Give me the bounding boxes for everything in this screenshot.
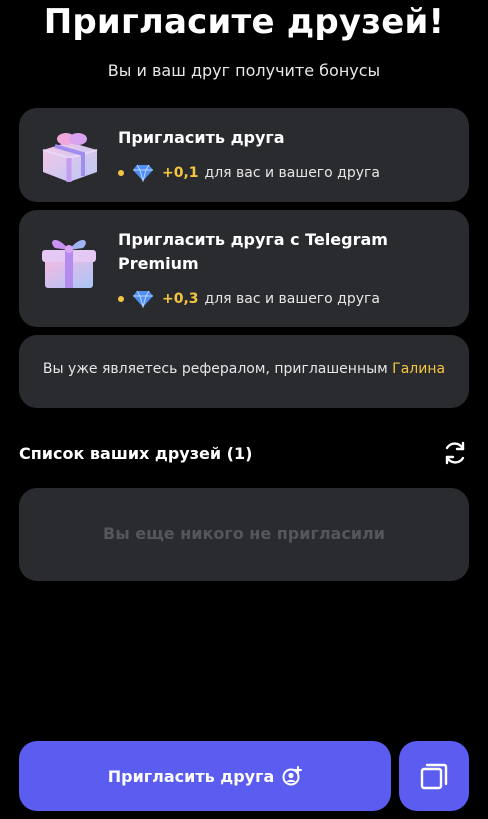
bonus-text: для вас и вашего друга (204, 165, 380, 181)
copy-icon (420, 763, 448, 790)
bonus-value: +0,3 (162, 291, 199, 307)
bonus-value: +0,1 (162, 165, 199, 181)
diamond-icon (133, 164, 153, 182)
page-title: Пригласите друзей! (43, 2, 445, 42)
invite-option-title: Пригласить друга (118, 128, 285, 147)
inviter-name: Галина (392, 361, 446, 377)
diamond-icon (133, 290, 153, 308)
copy-link-button[interactable] (399, 741, 469, 811)
gift-icon (42, 239, 96, 288)
invite-friend-button[interactable]: Пригласить друга (19, 741, 391, 811)
invite-friend-card[interactable]: Пригласить друга +0,1 для вас и вашего д… (19, 108, 469, 202)
invite-premium-friend-card[interactable]: Пригласить друга с Telegram Premium +0,3… (19, 210, 469, 327)
gift-icon (42, 133, 98, 182)
bonus-row: +0,1 для вас и вашего друга (118, 164, 380, 182)
referral-text: Вы уже являетесь рефералом, приглашенным (42, 361, 388, 377)
bullet-dot (118, 296, 124, 302)
friends-list-empty: Вы еще никого не пригласили (19, 488, 469, 581)
referral-text-line: Вы уже являетесь рефералом, приглашенным… (19, 361, 469, 377)
invite-button-label: Пригласить друга (107, 766, 275, 786)
bullet-dot (118, 170, 124, 176)
friends-list-title: Список ваших друзей (1) (19, 444, 253, 463)
page-subtitle: Вы и ваш друг получите бонусы (107, 61, 381, 80)
add-user-icon (282, 766, 303, 786)
referral-info-card: Вы уже являетесь рефералом, приглашенным… (19, 335, 469, 408)
bonus-row: +0,3 для вас и вашего друга (118, 290, 380, 308)
refresh-icon[interactable] (442, 440, 468, 466)
invite-option-title: Пригласить друга с Telegram Premium (118, 230, 388, 273)
empty-state-text: Вы еще никого не пригласили (103, 524, 385, 543)
bonus-text: для вас и вашего друга (204, 291, 380, 307)
